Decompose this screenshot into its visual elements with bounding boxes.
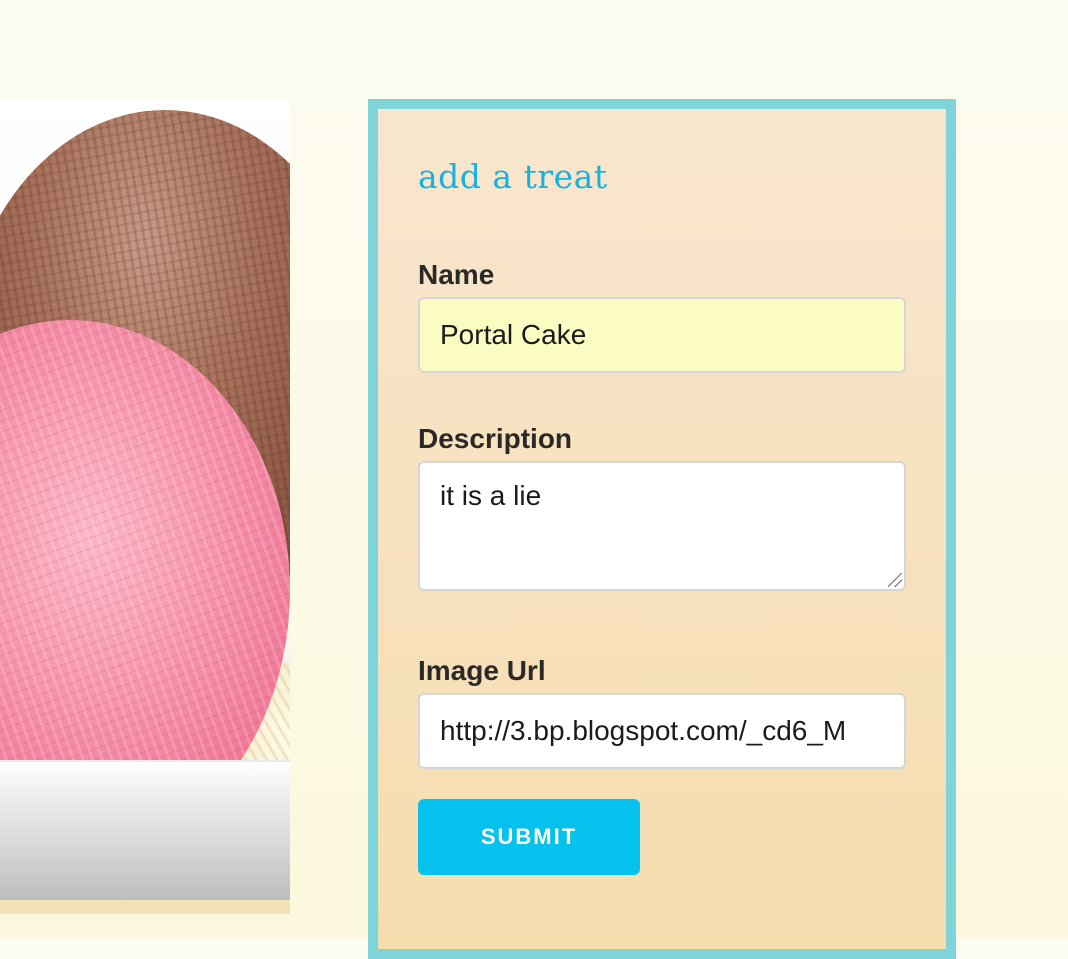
bowl: [0, 760, 290, 902]
form-title: add a treat: [418, 157, 608, 196]
description-label: Description: [418, 423, 573, 454]
name-input[interactable]: [418, 297, 906, 373]
photo-bottom-edge: [0, 900, 290, 914]
image-url-input[interactable]: [418, 693, 906, 769]
submit-button[interactable]: SUBMIT: [418, 799, 640, 875]
resize-handle-icon[interactable]: [888, 573, 902, 587]
name-label: Name: [418, 259, 495, 290]
description-textarea[interactable]: it is a lie: [418, 461, 906, 591]
ice-cream-photo: [0, 100, 290, 914]
add-treat-form: add a treat Name Description it is a lie…: [368, 99, 956, 959]
image-url-label: Image Url: [418, 655, 546, 686]
